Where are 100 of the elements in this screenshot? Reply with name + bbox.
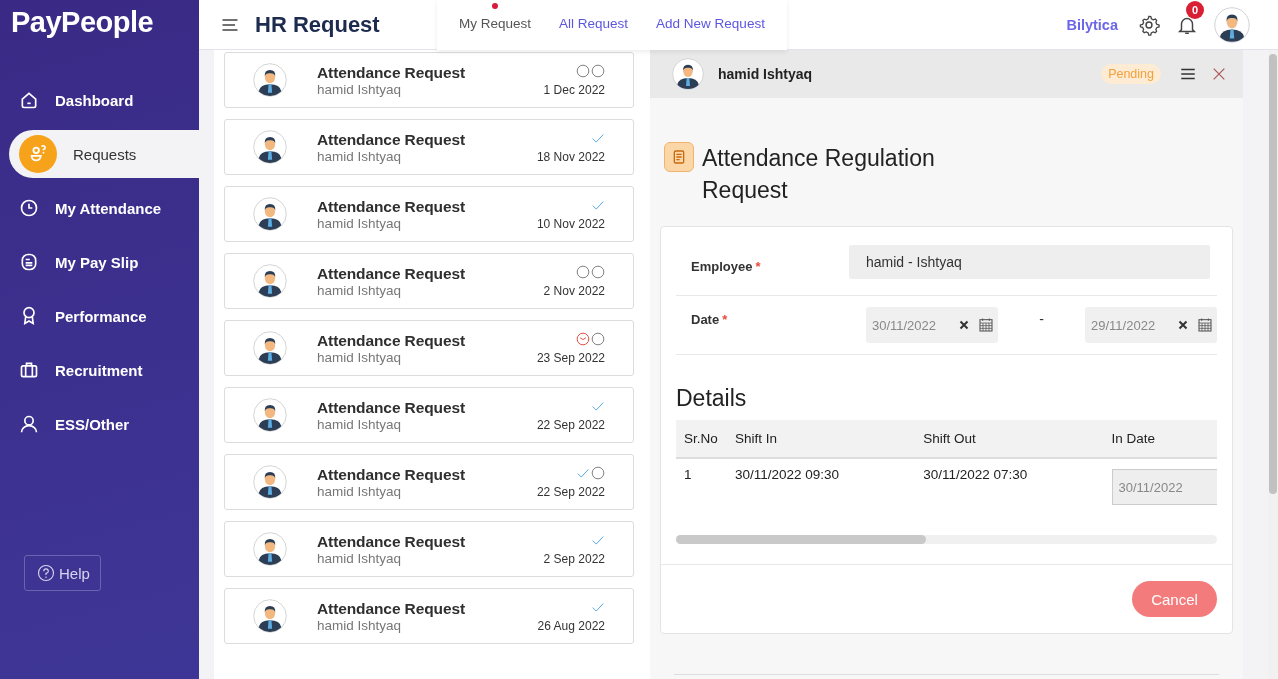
- request-card[interactable]: Attendance Request hamid Ishtyaq 1 Dec 2022: [224, 52, 634, 108]
- request-card[interactable]: Attendance Request hamid Ishtyaq 2 Nov 2022: [224, 253, 634, 309]
- home-icon: [19, 90, 39, 110]
- avatar-icon: [253, 398, 287, 432]
- vertical-scrollbar[interactable]: [1268, 50, 1278, 679]
- request-card[interactable]: Attendance Request hamid Ishtyaq 10 Nov 2022: [224, 186, 634, 242]
- page-title: HR Request: [255, 11, 381, 38]
- tab[interactable]: Add New Request: [648, 0, 773, 46]
- clock-icon: [19, 198, 39, 218]
- sidebar-item[interactable]: Performance: [0, 289, 199, 343]
- sidebar-item-label: Recruitment: [55, 361, 143, 379]
- request-card[interactable]: Attendance Request hamid Ishtyaq 26 Aug 2022: [224, 588, 634, 644]
- table-cell: 30/11/2022 07:30: [915, 458, 1104, 513]
- avatar-icon: [253, 599, 287, 633]
- request-date: 23 Sep 2022: [536, 350, 605, 365]
- required-mark: *: [722, 311, 728, 327]
- column-header: Sr.No: [676, 420, 727, 458]
- employee-name: hamid Ishtyaq: [317, 416, 403, 432]
- avatar-icon: [253, 532, 287, 566]
- request-title: Attendance Request: [317, 532, 467, 551]
- table-cell: 1: [676, 458, 727, 513]
- avatar-icon: [253, 130, 287, 164]
- employee-name: hamid Ishtyaq: [317, 550, 403, 566]
- request-date: 10 Nov 2022: [536, 216, 605, 231]
- field-label: Employee: [691, 258, 753, 274]
- request-title: Attendance Request: [317, 130, 467, 149]
- request-card[interactable]: Attendance Request hamid Ishtyaq 22 Sep 2022: [224, 454, 634, 510]
- request-card[interactable]: Attendance Request hamid Ishtyaq 2 Sep 2022: [224, 521, 634, 577]
- question-icon: [37, 564, 55, 582]
- app-logo: PayPeople: [10, 5, 155, 40]
- horizontal-scrollbar[interactable]: [676, 535, 1217, 544]
- request-title: Attendance Request: [317, 331, 467, 350]
- sidebar-item-label: My Attendance: [55, 199, 162, 217]
- calendar-icon[interactable]: [977, 317, 994, 333]
- company-name[interactable]: Bilytica: [1066, 16, 1118, 33]
- tab[interactable]: All Request: [551, 0, 637, 46]
- employee-name: hamid Ishtyaq: [317, 81, 403, 97]
- clear-icon[interactable]: [957, 319, 970, 331]
- field-label: Date: [691, 311, 720, 327]
- tab[interactable]: My Request: [451, 0, 540, 46]
- sidebar-item[interactable]: My Pay Slip: [0, 235, 199, 289]
- table-cell: 30/11/2022 09:30: [726, 458, 916, 513]
- column-header: Shift Out: [915, 420, 1104, 458]
- request-date: 1 Dec 2022: [543, 82, 605, 97]
- settings-icon[interactable]: [1138, 13, 1160, 36]
- request-title: Attendance Request: [317, 398, 467, 417]
- sidebar-item-label: Requests: [73, 145, 137, 163]
- document-icon: [19, 252, 39, 272]
- form-title: Attendance Regulation Request: [702, 144, 936, 205]
- column-header: Shift In: [726, 420, 916, 458]
- request-title: Attendance Request: [317, 264, 467, 283]
- sidebar-item-label: Dashboard: [55, 91, 134, 109]
- request-card[interactable]: Attendance Request hamid Ishtyaq 22 Sep 2022: [224, 387, 634, 443]
- briefcase-icon: [19, 360, 39, 380]
- section-heading: Details: [676, 385, 748, 412]
- avatar-icon: [672, 58, 704, 90]
- status-badge: Pending: [1101, 64, 1161, 84]
- sidebar-item-label: Performance: [55, 307, 147, 325]
- request-title: Attendance Request: [317, 599, 467, 618]
- required-mark: *: [755, 258, 761, 274]
- request-date: 22 Sep 2022: [536, 417, 605, 432]
- employee-name: hamid Ishtyaq: [317, 282, 403, 298]
- employee-name: hamid Ishtyaq: [718, 66, 814, 82]
- sidebar-item[interactable]: Dashboard: [0, 73, 199, 127]
- notification-count: 0: [1186, 0, 1204, 19]
- clear-icon[interactable]: [1177, 319, 1189, 331]
- employee-name: hamid Ishtyaq: [317, 215, 403, 231]
- employee-name: hamid Ishtyaq: [317, 148, 403, 164]
- close-icon[interactable]: [1211, 66, 1227, 82]
- avatar-icon: [253, 264, 287, 298]
- sidebar-item[interactable]: My Attendance: [0, 181, 199, 235]
- request-title: Attendance Request: [317, 197, 467, 216]
- request-card[interactable]: Attendance Request hamid Ishtyaq 18 Nov 2022: [224, 119, 634, 175]
- request-date: 18 Nov 2022: [536, 149, 605, 164]
- request-date: 2 Sep 2022: [543, 551, 605, 566]
- request-title: Attendance Request: [317, 465, 467, 484]
- sidebar-item[interactable]: ESS/Other: [0, 397, 199, 451]
- request-card[interactable]: Attendance Request hamid Ishtyaq 23 Sep 2022: [224, 320, 634, 376]
- sidebar-item-label: My Pay Slip: [55, 253, 139, 271]
- range-separator: -: [1038, 311, 1045, 327]
- avatar-icon: [253, 465, 287, 499]
- calendar-icon[interactable]: [1197, 317, 1213, 333]
- document-icon: [664, 142, 694, 172]
- active-dot-icon: [492, 3, 498, 9]
- column-header: In Date: [1103, 420, 1217, 458]
- request-date: 2 Nov 2022: [543, 283, 605, 298]
- sidebar-item[interactable]: Recruitment: [0, 343, 199, 397]
- sidebar-item-label: ESS/Other: [55, 415, 130, 433]
- avatar-icon: [253, 331, 287, 365]
- avatar-icon: [253, 63, 287, 97]
- employee-name: hamid Ishtyaq: [317, 617, 403, 633]
- request-title: Attendance Request: [317, 63, 467, 82]
- sidebar-item[interactable]: Requests: [9, 130, 199, 178]
- request-date: 22 Sep 2022: [536, 484, 605, 499]
- employee-field[interactable]: hamid - Ishtyaq: [849, 245, 1210, 279]
- request-date: 26 Aug 2022: [537, 618, 605, 633]
- help-button[interactable]: Help: [24, 555, 101, 591]
- avatar-icon[interactable]: [1214, 6, 1250, 43]
- user-icon: [19, 414, 39, 434]
- employee-name: hamid Ishtyaq: [317, 349, 403, 365]
